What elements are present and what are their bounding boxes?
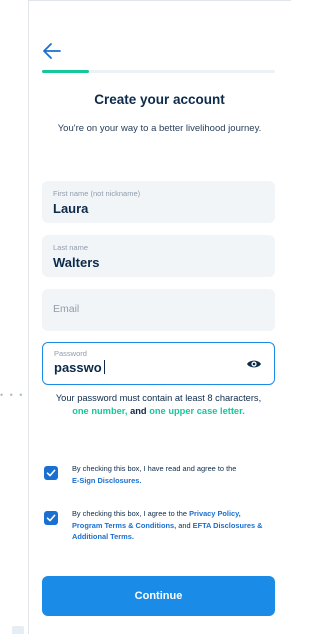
progress-bar xyxy=(42,70,275,73)
esign-consent-text: By checking this box, I have read and ag… xyxy=(72,464,237,485)
email-field[interactable]: Email xyxy=(42,289,275,331)
requirement-uppercase: one upper case letter. xyxy=(149,406,245,416)
terms-consent-row: By checking this box, I agree to the Pri… xyxy=(42,508,275,548)
esign-checkbox[interactable] xyxy=(44,466,58,480)
terms-consent-text: By checking this box, I agree to the Pri… xyxy=(72,509,263,541)
last-name-field[interactable]: Last name Walters xyxy=(42,235,275,277)
continue-button[interactable]: Continue xyxy=(42,576,275,616)
first-name-field[interactable]: First name (not nickname) Laura xyxy=(42,181,275,223)
page-title: Create your account xyxy=(94,92,225,107)
corner-tab xyxy=(12,626,24,634)
first-name-label: First name (not nickname) xyxy=(53,189,141,198)
last-name-label: Last name xyxy=(53,243,89,252)
esign-consent-row: By checking this box, I have read and ag… xyxy=(42,463,275,489)
first-name-value: Laura xyxy=(53,201,89,216)
ellipsis-icon: • • • xyxy=(0,390,25,400)
password-requirements: Your password must contain at least 8 ch… xyxy=(42,392,275,418)
password-value: passwo xyxy=(54,360,102,375)
last-name-value: Walters xyxy=(53,255,100,270)
requirement-number: one number, xyxy=(72,406,128,416)
requirement-joiner: and xyxy=(130,406,147,416)
program-terms-link[interactable]: Program Terms & Conditions, xyxy=(72,521,176,530)
checkmark-icon xyxy=(46,469,56,477)
password-label: Password xyxy=(54,349,87,358)
eye-icon[interactable] xyxy=(246,357,262,369)
terms-checkbox[interactable] xyxy=(44,511,58,525)
esign-disclosures-link[interactable]: E-Sign Disclosures. xyxy=(72,476,141,485)
privacy-policy-link[interactable]: Privacy Policy, xyxy=(189,509,241,518)
password-field[interactable]: Password passwo xyxy=(42,342,275,385)
checkmark-icon xyxy=(46,514,56,522)
text-caret xyxy=(103,360,106,374)
email-placeholder: Email xyxy=(53,303,80,315)
password-hint-text: Your password must contain at least 8 ch… xyxy=(55,393,262,403)
arrow-left-icon[interactable] xyxy=(40,40,64,62)
progress-bar-fill xyxy=(42,70,89,73)
page-subtitle: You're on your way to a better livelihoo… xyxy=(57,123,262,134)
